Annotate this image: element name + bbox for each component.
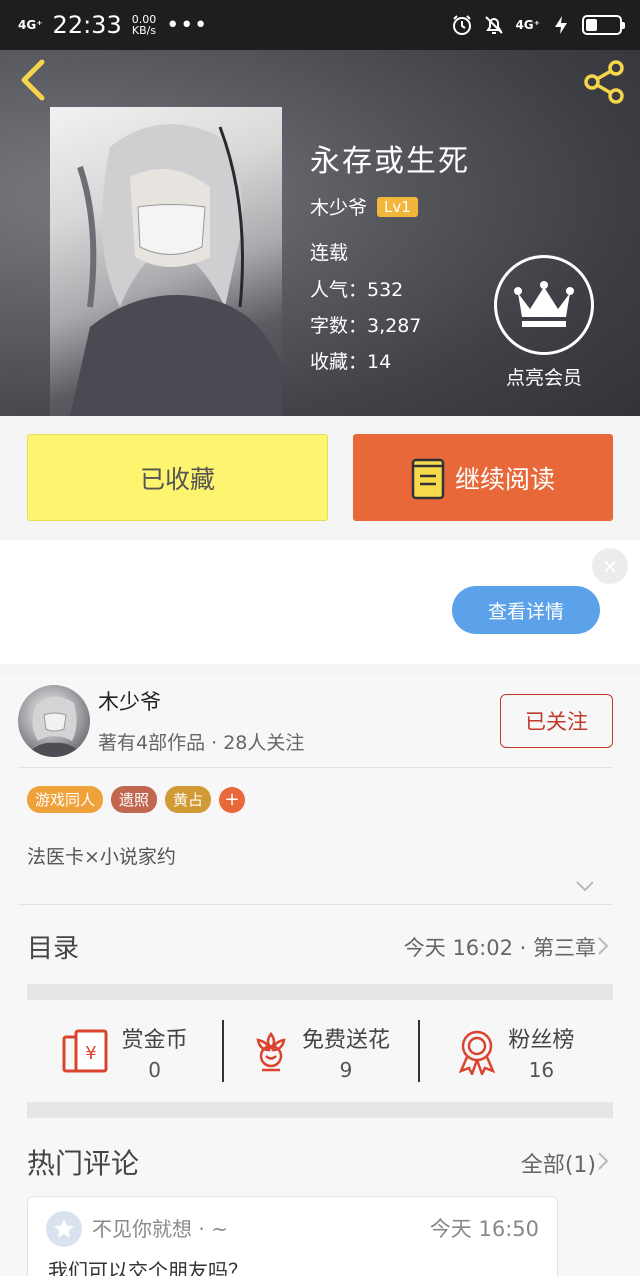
author-section: 木少爷 著有4部作品 · 28人关注 已关注 游戏同人 遗照 黄占 + 法医卡×… bbox=[0, 676, 640, 1276]
mute-bell-icon bbox=[485, 16, 504, 34]
comment-time: 今天 16:50 bbox=[429, 1217, 539, 1241]
comment-user[interactable]: 不见你就想 · ~ bbox=[92, 1213, 228, 1242]
divider bbox=[18, 767, 613, 768]
hot-comments-title: 热门评论 bbox=[27, 1147, 140, 1180]
book-cover[interactable] bbox=[50, 107, 282, 416]
crown-icon bbox=[494, 255, 594, 355]
section-separator bbox=[27, 1102, 613, 1118]
stat-value: 0 bbox=[148, 1058, 162, 1082]
view-details-button[interactable]: 查看详情 bbox=[452, 586, 600, 634]
stats-row: ¥ 赏金币 0 免费送花 9 粉丝榜 16 bbox=[27, 1016, 613, 1088]
book-word-count: 字数：3,287 bbox=[310, 315, 422, 337]
section-separator bbox=[27, 984, 613, 1000]
vip-button[interactable]: 点亮会员 bbox=[494, 255, 594, 390]
all-comments-link[interactable]: 全部(1) bbox=[521, 1147, 596, 1179]
tag[interactable]: 黄占 bbox=[165, 786, 212, 813]
close-icon[interactable]: × bbox=[592, 548, 628, 584]
more-dots-icon: ••• bbox=[166, 12, 209, 38]
book-description: 法医卡×小说家约 bbox=[27, 846, 176, 868]
book-title: 永存或生死 bbox=[310, 144, 470, 179]
catalog-title[interactable]: 目录 bbox=[27, 928, 79, 965]
battery-icon bbox=[582, 15, 625, 35]
stat-label: 粉丝榜 bbox=[508, 1028, 575, 1053]
chevron-down-icon[interactable] bbox=[575, 879, 595, 893]
network-right-icon: 4G⁺ bbox=[515, 18, 540, 32]
speed-unit: KB/s bbox=[131, 24, 157, 37]
stat-label: 赏金币 bbox=[121, 1028, 188, 1053]
signal-icon: 4G⁺ bbox=[18, 18, 43, 32]
book-favorites: 收藏：14 bbox=[310, 351, 392, 373]
share-icon[interactable] bbox=[580, 58, 628, 106]
author-name[interactable]: 木少爷 bbox=[98, 686, 161, 716]
catalog-latest[interactable]: 今天 16:02 · 第三章 bbox=[404, 932, 596, 962]
reward-coins[interactable]: ¥ 赏金币 0 bbox=[27, 1016, 222, 1088]
stat-value: 16 bbox=[528, 1058, 555, 1082]
tag-list: 游戏同人 遗照 黄占 + bbox=[27, 786, 246, 813]
author-meta: 著有4部作品 · 28人关注 bbox=[98, 732, 305, 754]
book-status: 连载 bbox=[310, 242, 349, 264]
back-arrow-icon[interactable] bbox=[16, 58, 52, 102]
tag[interactable]: 遗照 bbox=[111, 786, 158, 813]
status-time: 22:33 bbox=[52, 11, 122, 39]
tag[interactable]: 游戏同人 bbox=[27, 786, 104, 813]
chevron-right-icon[interactable] bbox=[596, 935, 610, 957]
stat-value: 9 bbox=[339, 1058, 353, 1082]
add-tag-button[interactable]: + bbox=[219, 786, 246, 813]
alarm-icon bbox=[453, 15, 472, 35]
medal-icon bbox=[459, 1030, 496, 1075]
continue-reading-button[interactable]: 继续阅读 bbox=[353, 434, 613, 521]
book-author-name[interactable]: 木少爷 bbox=[310, 193, 367, 220]
book-icon bbox=[411, 458, 445, 499]
red-envelope-icon: ¥ bbox=[62, 1029, 108, 1073]
ad-banner: × 查看详情 bbox=[0, 540, 640, 664]
user-avatar-icon[interactable] bbox=[46, 1211, 82, 1247]
comment-item[interactable]: 不见你就想 · ~ 今天 16:50 我们可以交个朋友吗？ bbox=[27, 1196, 558, 1276]
status-bar: 4G⁺ 22:33 0.00 KB/s ••• 4G⁺ bbox=[0, 0, 640, 50]
book-header: 永存或生死 木少爷 Lv1 连载 人气：532 字数：3,287 收藏：14 点… bbox=[0, 50, 640, 416]
comment-text: 我们可以交个朋友吗？ bbox=[48, 1259, 248, 1276]
divider bbox=[18, 904, 613, 905]
flower-icon bbox=[256, 1031, 286, 1072]
action-bar: 已收藏 继续阅读 bbox=[0, 416, 640, 540]
vip-label: 点亮会员 bbox=[505, 367, 582, 389]
continue-reading-label: 继续阅读 bbox=[454, 464, 555, 494]
level-badge: Lv1 bbox=[377, 196, 418, 217]
fan-ranking[interactable]: 粉丝榜 16 bbox=[417, 1016, 613, 1088]
book-popularity: 人气：532 bbox=[310, 279, 404, 301]
svg-text:¥: ¥ bbox=[85, 1043, 96, 1064]
stat-label: 免费送花 bbox=[301, 1028, 390, 1053]
avatar[interactable] bbox=[18, 685, 90, 757]
charging-icon bbox=[555, 16, 567, 34]
network-speed: 0.00 KB/s bbox=[132, 14, 157, 36]
chevron-right-icon[interactable] bbox=[596, 1150, 610, 1172]
free-flowers[interactable]: 免费送花 9 bbox=[222, 1016, 417, 1088]
follow-button[interactable]: 已关注 bbox=[500, 694, 613, 748]
favorited-button[interactable]: 已收藏 bbox=[27, 434, 328, 521]
book-author-row[interactable]: 木少爷 Lv1 bbox=[310, 193, 418, 220]
